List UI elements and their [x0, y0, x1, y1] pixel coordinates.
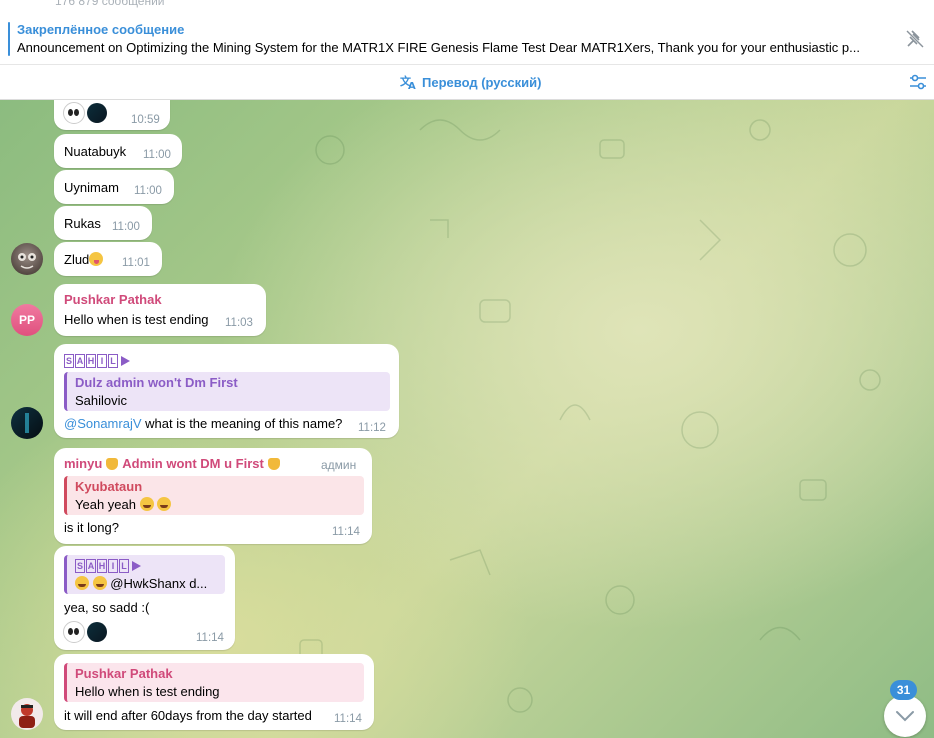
message-bubble[interactable]: Nuatabuyk 11:00	[54, 134, 182, 168]
message-time: 11:00	[143, 149, 171, 161]
message-time: 11:03	[225, 317, 253, 329]
avatar-image	[19, 704, 35, 728]
svg-text:A: A	[408, 81, 416, 90]
message-text: Rukas	[64, 216, 101, 231]
message-time: 11:14	[332, 526, 360, 538]
message-count: 176 879 сообщений	[55, 0, 165, 8]
custom-emoji-icon	[87, 622, 107, 642]
message-time: 11:14	[196, 632, 224, 644]
quote-text: @HwkShanx d...	[75, 576, 207, 591]
message-text: is it long?	[64, 520, 119, 535]
quote-text: Yeah yeah	[75, 497, 172, 512]
avatar-image	[25, 413, 29, 433]
message-bubble[interactable]: Rukas 11:00	[54, 206, 152, 240]
eyes-emoji-icon	[63, 102, 85, 124]
translate-bar: 文 A Перевод (русский)	[0, 65, 934, 100]
message-text: Nuatabuyk	[64, 144, 127, 159]
arrow-icon	[121, 356, 130, 366]
avatar[interactable]: PP	[11, 304, 43, 336]
mention-link[interactable]: @SonamrajV	[64, 416, 142, 431]
quote-author: Pushkar Pathak	[75, 666, 173, 681]
unread-count-badge: 31	[890, 680, 917, 700]
message-time: 11:12	[358, 422, 386, 434]
avatar-initials: PP	[18, 313, 35, 327]
translate-icon: 文 A	[400, 74, 416, 90]
message-bubble[interactable]: Zlud 11:01	[54, 242, 162, 276]
translate-button[interactable]: 文 A Перевод (русский)	[400, 74, 541, 90]
message-bubble[interactable]: 10:59	[54, 100, 170, 130]
reply-quote[interactable]: SAHIL @HwkShanx d...	[64, 555, 225, 594]
message-bubble[interactable]: Pushkar Pathak Hello when is test ending…	[54, 654, 374, 730]
pinned-title: Закреплённое сообщение	[17, 22, 185, 37]
eyes-emoji-icon	[63, 621, 85, 643]
message-bubble[interactable]: SAHIL Dulz admin won't Dm First Sahilovi…	[54, 344, 399, 438]
rofl-emoji-icon	[92, 576, 107, 590]
pinned-indicator	[8, 22, 10, 56]
chat-window: 176 879 сообщений Закреплённое сообщение…	[0, 0, 934, 738]
message-bubble[interactable]: minyu Admin wont DM u First админ Kyubata…	[54, 448, 372, 544]
reply-quote[interactable]: Pushkar Pathak Hello when is test ending	[64, 663, 364, 702]
reply-quote[interactable]: Dulz admin won't Dm First Sahilovic	[64, 372, 390, 411]
message-text: yea, so sadd :(	[64, 600, 150, 615]
message-time: 11:00	[134, 185, 162, 197]
quote-text: Hello when is test ending	[75, 684, 220, 699]
avatar[interactable]	[11, 698, 43, 730]
grin-emoji-icon	[157, 497, 172, 511]
translate-label: Перевод (русский)	[422, 74, 542, 90]
avatar[interactable]	[11, 407, 43, 439]
chevron-down-icon	[896, 711, 914, 722]
message-text: Hello when is test ending	[64, 312, 209, 327]
message-time: 10:59	[131, 114, 160, 126]
message-text: Uynimam	[64, 180, 119, 195]
message-text: @SonamrajV what is the meaning of this n…	[64, 416, 343, 431]
quote-author: Dulz admin won't Dm First	[75, 375, 238, 390]
avatar-image	[18, 253, 36, 269]
message-bubble[interactable]: SAHIL @HwkShanx d... yea, so sadd :( 11:…	[54, 546, 235, 650]
scroll-to-bottom-button[interactable]	[884, 695, 926, 737]
crown-emoji-icon	[267, 457, 280, 470]
custom-emoji-icon	[87, 103, 107, 123]
translate-settings-icon[interactable]	[908, 72, 928, 92]
admin-badge: админ	[321, 458, 357, 472]
crown-emoji-icon	[106, 457, 119, 470]
smile-emoji-icon	[89, 252, 104, 266]
message-author[interactable]: minyu Admin wont DM u First	[64, 456, 280, 471]
arrow-icon	[132, 561, 141, 571]
message-time: 11:01	[122, 257, 150, 269]
message-bubble[interactable]: Uynimam 11:00	[54, 170, 174, 204]
unpin-icon[interactable]	[904, 28, 926, 50]
pinned-text: Announcement on Optimizing the Mining Sy…	[17, 40, 860, 55]
message-time: 11:14	[334, 713, 362, 725]
message-author[interactable]: Pushkar Pathak	[64, 292, 162, 307]
avatar[interactable]	[11, 243, 43, 275]
message-text: Zlud	[64, 252, 104, 267]
message-bubble[interactable]: Pushkar Pathak Hello when is test ending…	[54, 284, 266, 336]
reply-quote[interactable]: Kyubataun Yeah yeah	[64, 476, 364, 515]
message-author-styled[interactable]: SAHIL	[64, 354, 130, 368]
rofl-emoji-icon	[75, 576, 89, 590]
grin-emoji-icon	[139, 497, 154, 511]
message-text: it will end after 60days from the day st…	[64, 708, 312, 723]
pinned-message-bar[interactable]: Закреплённое сообщение Announcement on O…	[0, 14, 934, 65]
quote-text: Sahilovic	[75, 393, 128, 408]
top-strip: 176 879 сообщений	[0, 0, 934, 14]
message-time: 11:00	[112, 221, 140, 233]
quote-author: Kyubataun	[75, 479, 143, 494]
quote-author-styled: SAHIL	[75, 559, 141, 573]
